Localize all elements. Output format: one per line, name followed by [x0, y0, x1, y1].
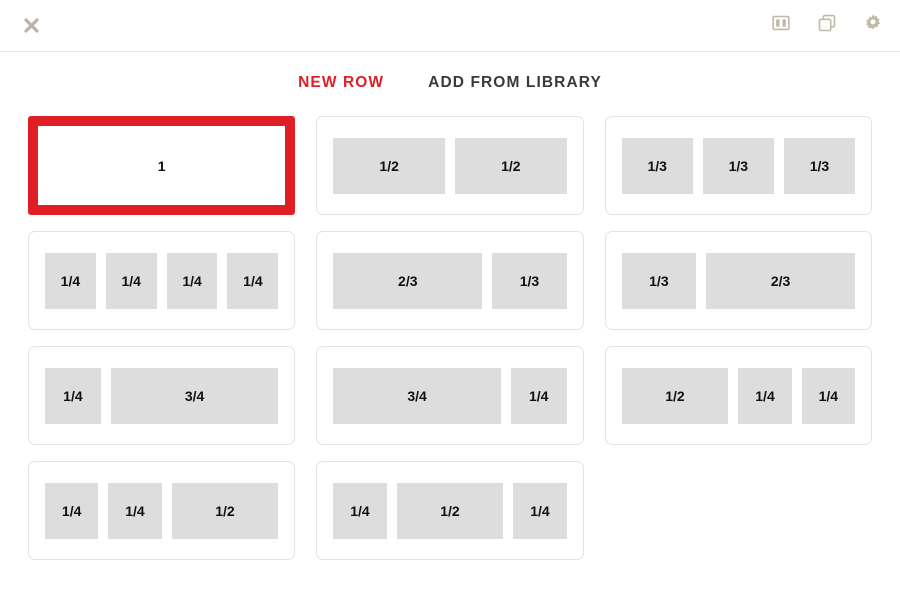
layout-option-layout-2-3-1-3[interactable]: 2/3 1/3	[316, 231, 584, 330]
layout-cell: 1	[45, 126, 279, 205]
layout-option-layout-1[interactable]: 1	[28, 116, 296, 215]
layout-option-layout-1-2-1-2[interactable]: 1/2 1/2	[316, 116, 584, 215]
layout-cell: 1/4	[801, 367, 856, 424]
layout-option-layout-1-3-1-3-1-3[interactable]: 1/3 1/3 1/3	[604, 116, 872, 215]
layout-cell: 1/3	[621, 252, 697, 309]
layout-cell: 1/4	[510, 367, 567, 424]
duplicate-icon[interactable]	[816, 12, 838, 34]
layout-cell: 1/2	[171, 482, 279, 539]
layout-cell: 1/4	[105, 252, 157, 309]
layout-cell: 1/4	[45, 367, 101, 424]
layout-cell: 1/3	[621, 137, 693, 194]
layout-option-layout-3-4-1-4[interactable]: 3/4 1/4	[316, 346, 584, 445]
close-icon[interactable]	[18, 12, 44, 38]
layout-cell: 1/2	[621, 367, 729, 424]
layout-option-layout-1-3-2-3[interactable]: 1/3 2/3	[604, 231, 872, 330]
layout-cell: 1/4	[45, 482, 99, 539]
tab-add-from-library[interactable]: ADD FROM LIBRARY	[428, 74, 602, 92]
gear-icon[interactable]	[862, 12, 884, 34]
layout-option-layout-1-4-1-4-1-2[interactable]: 1/4 1/4 1/2	[28, 461, 296, 560]
layout-cell: 1/3	[492, 252, 567, 309]
layout-cell: 1/4	[108, 482, 162, 539]
tab-new-row[interactable]: NEW ROW	[298, 74, 384, 92]
layout-cell: 1/4	[166, 252, 218, 309]
layout-option-layout-1-4-x4[interactable]: 1/4 1/4 1/4 1/4	[28, 231, 296, 330]
layout-cell: 3/4	[333, 367, 501, 424]
layout-option-layout-1-2-1-4-1-4[interactable]: 1/2 1/4 1/4	[604, 346, 872, 445]
columns-layout-icon[interactable]	[770, 12, 792, 34]
layout-cell: 1/4	[333, 482, 387, 539]
topbar-actions	[770, 12, 884, 34]
layout-cell: 1/2	[333, 137, 445, 194]
layout-cell: 1/2	[396, 482, 504, 539]
layout-cell: 2/3	[706, 252, 855, 309]
layout-option-layout-1-4-1-2-1-4[interactable]: 1/4 1/2 1/4	[316, 461, 584, 560]
layout-cell: 1/4	[227, 252, 279, 309]
layout-cell: 1/3	[702, 137, 774, 194]
layout-cell: 1/2	[455, 137, 567, 194]
row-layout-grid: 1 1/2 1/2 1/3 1/3 1/3 1/4 1/4 1/4 1/4 2/3 1/3 1/3 2/3…	[0, 104, 900, 560]
layout-cell: 1/3	[783, 137, 855, 194]
layout-cell: 1/4	[45, 252, 96, 309]
layout-cell: 1/4	[513, 482, 567, 539]
layout-cell: 3/4	[110, 367, 279, 424]
layout-cell: 1/4	[738, 367, 792, 424]
topbar	[0, 0, 900, 52]
tab-bar: NEW ROW ADD FROM LIBRARY	[0, 52, 900, 104]
layout-cell: 2/3	[333, 252, 483, 309]
layout-option-layout-1-4-3-4[interactable]: 1/4 3/4	[28, 346, 296, 445]
